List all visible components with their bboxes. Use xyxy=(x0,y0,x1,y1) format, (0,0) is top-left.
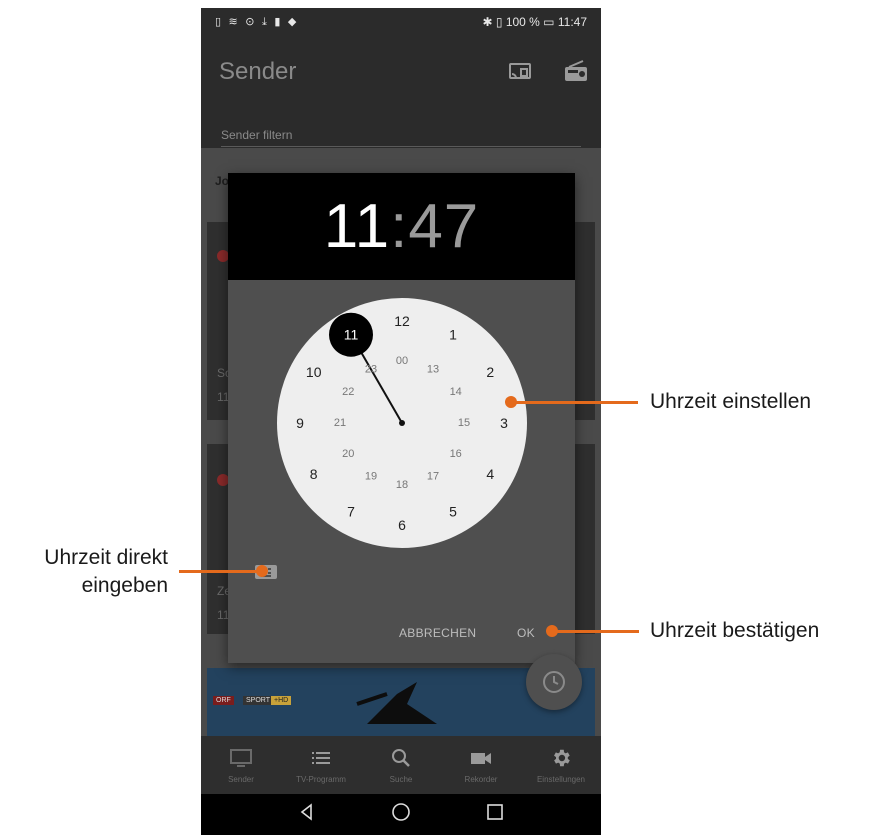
hour-4[interactable]: 4 xyxy=(486,466,494,482)
app-bar: Sender Sender filtern xyxy=(201,36,601,148)
hour-6[interactable]: 6 xyxy=(398,517,406,533)
nav-item-einstellungen[interactable]: Einstellungen xyxy=(521,736,601,794)
recents-icon[interactable] xyxy=(486,803,504,826)
callout-line xyxy=(179,570,261,573)
nav-item-sender[interactable]: Sender xyxy=(201,736,281,794)
banner-logo-hd: +HD xyxy=(271,696,292,705)
banner-logo-sport: SPORT xyxy=(243,696,273,705)
callout-dot xyxy=(256,565,268,577)
ok-button[interactable]: OK xyxy=(517,626,535,640)
home-icon[interactable] xyxy=(391,802,411,827)
tv-icon xyxy=(229,747,253,769)
hour-display[interactable]: 11 xyxy=(324,192,390,261)
clock-fab-icon[interactable] xyxy=(526,654,582,710)
nav-item-rekorder[interactable]: Rekorder xyxy=(441,736,521,794)
hour24-21[interactable]: 21 xyxy=(334,417,346,429)
time-picker-dialog: 11:47 121234567891011 001314151617181920… xyxy=(228,173,575,663)
time-separator: : xyxy=(390,192,409,261)
filter-input[interactable]: Sender filtern xyxy=(221,128,581,147)
hour24-14[interactable]: 14 xyxy=(450,386,462,398)
phone-screen: ▯ ≋ ⊙ ⤓ ▮ ◆ ✱ ▯ 100 % ▭ 11:47 Sender Sen… xyxy=(201,8,601,835)
hour-2[interactable]: 2 xyxy=(486,364,494,380)
hour24-16[interactable]: 16 xyxy=(450,448,462,460)
hour24-20[interactable]: 20 xyxy=(342,448,354,460)
hour24-13[interactable]: 13 xyxy=(427,363,439,375)
nav-label: Suche xyxy=(389,774,413,784)
nav-item-tv-programm[interactable]: TV-Programm xyxy=(281,736,361,794)
callout-set-time: Uhrzeit einstellen xyxy=(650,390,812,413)
hour-10[interactable]: 10 xyxy=(306,364,322,380)
callout-line xyxy=(512,401,638,404)
back-icon[interactable] xyxy=(298,803,316,826)
nav-label: Rekorder xyxy=(464,774,498,784)
nav-label: TV-Programm xyxy=(296,774,346,784)
nav-label: Sender xyxy=(228,774,254,784)
hour24-00[interactable]: 00 xyxy=(396,355,408,367)
hour24-15[interactable]: 15 xyxy=(458,417,470,429)
cast-icon[interactable] xyxy=(508,60,534,82)
minute-display[interactable]: 47 xyxy=(408,192,479,261)
status-icons: ▯ ≋ ⊙ ⤓ ▮ ◆ xyxy=(215,15,299,28)
hour24-18[interactable]: 18 xyxy=(396,479,408,491)
banner-logo: ORF xyxy=(213,696,234,705)
radio-icon[interactable] xyxy=(563,60,589,82)
selected-hour-label: 11 xyxy=(344,327,359,343)
hour-3[interactable]: 3 xyxy=(500,415,508,431)
system-nav-bar xyxy=(201,794,601,835)
hour-9[interactable]: 9 xyxy=(296,415,304,431)
video-icon xyxy=(469,747,493,769)
cancel-button[interactable]: ABBRECHEN xyxy=(399,626,476,640)
hour24-22[interactable]: 22 xyxy=(342,386,354,398)
section-label: Jo xyxy=(215,174,230,188)
nav-label: Einstellungen xyxy=(536,774,586,784)
clock-dial[interactable]: 121234567891011 001314151617181920212223… xyxy=(277,298,527,548)
bottom-nav: Sender TV-Programm Suche Rekorder Einste… xyxy=(201,736,601,794)
gear-icon xyxy=(549,747,573,769)
callout-direct-input-line1: Uhrzeit direkt xyxy=(44,546,168,569)
nav-item-suche[interactable]: Suche xyxy=(361,736,441,794)
hour-5[interactable]: 5 xyxy=(449,503,457,519)
hour-1[interactable]: 1 xyxy=(449,327,457,343)
callout-direct-input-line2: eingeben xyxy=(81,574,168,597)
hour24-19[interactable]: 19 xyxy=(365,471,377,483)
callout-direct-input: Uhrzeit direkt eingeben xyxy=(10,544,168,600)
hour-12[interactable]: 12 xyxy=(394,313,410,329)
clock-center xyxy=(399,420,405,426)
banner-image xyxy=(356,682,437,724)
hour-7[interactable]: 7 xyxy=(347,503,355,519)
hour24-23[interactable]: 23 xyxy=(365,363,377,375)
callout-confirm: Uhrzeit bestätigen xyxy=(650,619,820,642)
hour-8[interactable]: 8 xyxy=(310,466,318,482)
search-icon xyxy=(389,747,413,769)
status-bar: ▯ ≋ ⊙ ⤓ ▮ ◆ ✱ ▯ 100 % ▭ 11:47 xyxy=(201,8,601,36)
hour24-17[interactable]: 17 xyxy=(427,471,439,483)
page-title: Sender xyxy=(219,58,297,85)
list-icon xyxy=(309,747,333,769)
time-display: 11:47 xyxy=(228,173,575,280)
status-right: ✱ ▯ 100 % ▭ 11:47 xyxy=(482,15,588,29)
callout-line xyxy=(553,630,639,633)
